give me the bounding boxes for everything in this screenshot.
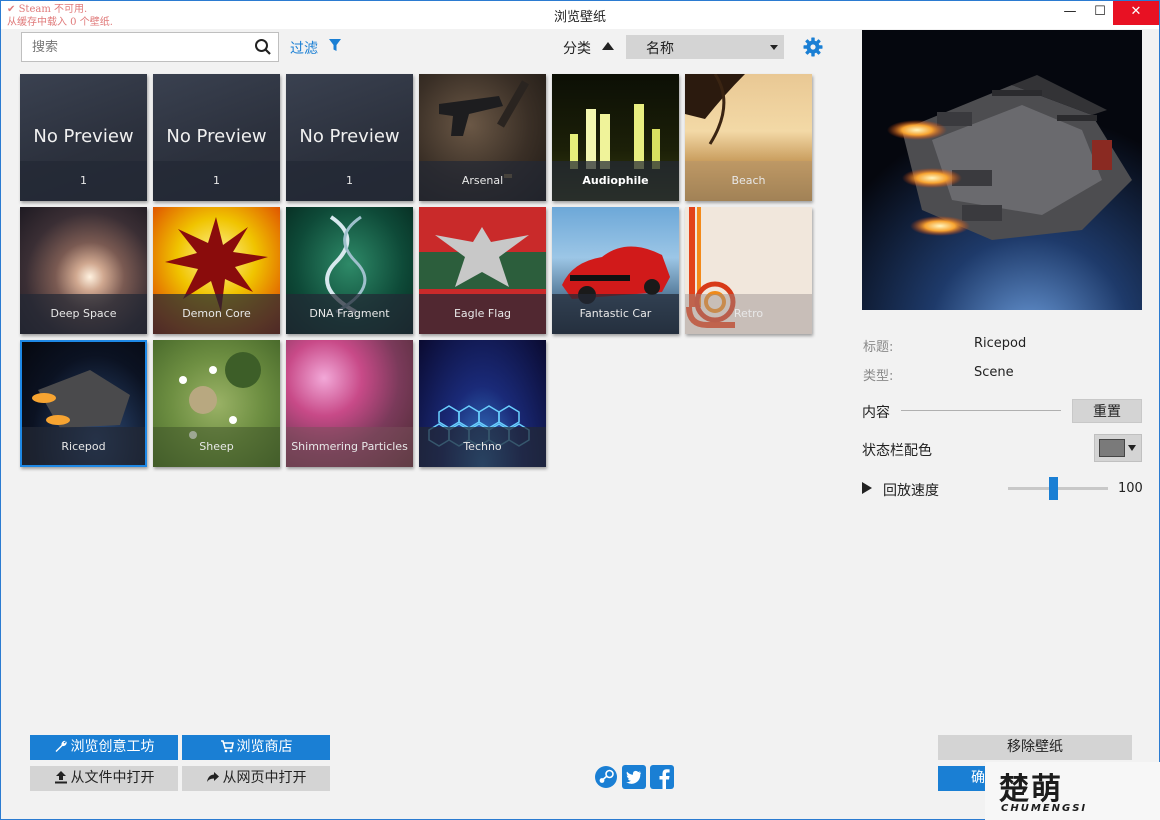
steam-icon[interactable]	[594, 765, 618, 789]
wallpaper-tile[interactable]: Deep Space	[20, 207, 147, 334]
wallpaper-tile[interactable]: Shimmering Particles	[286, 340, 413, 467]
statusbar-color-picker[interactable]	[1094, 434, 1142, 462]
wallpaper-tile[interactable]: Retro	[685, 207, 812, 334]
ricepod-thumb-image	[32, 370, 130, 428]
tile-label: Retro	[733, 307, 764, 320]
playback-speed-slider[interactable]	[1008, 487, 1108, 490]
sort-direction-icon[interactable]	[602, 42, 614, 50]
twitter-icon[interactable]	[622, 765, 646, 789]
remove-wallpaper-button[interactable]: 移除壁纸	[938, 735, 1132, 760]
tile-label: Shimmering Particles	[291, 440, 408, 453]
tile-label: Sheep	[199, 440, 234, 453]
tile-label: Demon Core	[182, 307, 251, 320]
chevron-down-icon	[1128, 445, 1136, 451]
playback-speed-label: 回放速度	[883, 483, 939, 499]
browse-store-button[interactable]: 浏览商店	[182, 735, 330, 760]
cart-icon	[220, 740, 234, 753]
sort-select[interactable]: 名称	[626, 35, 784, 59]
wallpaper-tile[interactable]: Techno	[419, 340, 546, 467]
browse-store-label: 浏览商店	[236, 739, 293, 755]
upload-icon	[54, 771, 67, 784]
window-title: 浏览壁纸	[553, 10, 606, 25]
title-value: Ricepod	[974, 336, 1027, 351]
tile-label: Arsenal	[461, 174, 504, 187]
gear-icon[interactable]	[803, 37, 823, 57]
browse-workshop-button[interactable]: 浏览创意工坊	[30, 735, 178, 760]
wrench-icon	[55, 740, 67, 752]
title-key: 标题:	[863, 340, 894, 355]
maximize-button[interactable]: ☐	[1085, 1, 1115, 25]
wallpaper-tile[interactable]: No Preview 1	[153, 74, 280, 201]
color-swatch	[1099, 439, 1125, 457]
chevron-down-icon	[770, 45, 778, 50]
content-label: 内容	[862, 405, 890, 421]
tile-label: Deep Space	[50, 307, 117, 320]
sort-select-value: 名称	[646, 41, 674, 57]
wallpaper-tile[interactable]: Demon Core	[153, 207, 280, 334]
facebook-icon[interactable]	[650, 765, 674, 789]
watermark-sub-text: CHUMENGSI	[1001, 803, 1088, 814]
wallpaper-tile[interactable]: No Preview 1	[286, 74, 413, 201]
no-preview-text: No Preview	[33, 126, 134, 147]
playback-speed-value: 100	[1118, 481, 1143, 496]
wallpaper-tile[interactable]: No Preview 1	[20, 74, 147, 201]
tile-label: Ricepod	[61, 440, 106, 453]
filter-link[interactable]: 过滤	[290, 38, 318, 58]
type-key: 类型:	[863, 369, 894, 384]
wallpaper-tile[interactable]: Arsenal	[419, 74, 546, 201]
open-from-url-button[interactable]: 从网页中打开	[182, 766, 330, 791]
tile-label: 1	[213, 174, 220, 187]
wallpaper-tile[interactable]: Audiophile	[552, 74, 679, 201]
ricepod-preview-image	[862, 30, 1142, 310]
wallpaper-tile[interactable]: Beach	[685, 74, 812, 201]
title-bar: ✔ Steam 不可用. 从缓存中载入 0 个壁纸. 浏览壁纸 — ☐ ✕	[1, 1, 1159, 29]
no-preview-text: No Preview	[166, 126, 267, 147]
tile-label: DNA Fragment	[309, 307, 390, 320]
tile-label: Fantastic Car	[579, 307, 652, 320]
wallpaper-tile[interactable]: Eagle Flag	[419, 207, 546, 334]
wallpaper-tile-selected[interactable]: Ricepod	[20, 340, 147, 467]
filter-icon[interactable]	[328, 38, 342, 52]
wallpaper-tile[interactable]: DNA Fragment	[286, 207, 413, 334]
tile-label: Eagle Flag	[453, 307, 512, 320]
expand-arrow-icon[interactable]	[862, 482, 872, 494]
watermark-main-text: 楚萌	[999, 772, 1063, 807]
no-preview-text: No Preview	[299, 126, 400, 147]
app-window: ✔ Steam 不可用. 从缓存中载入 0 个壁纸. 浏览壁纸 — ☐ ✕ 过滤…	[0, 0, 1160, 820]
sort-label: 分类	[563, 41, 591, 57]
watermark-logo: 楚萌 CHUMENGSI	[985, 762, 1160, 820]
tile-label: Techno	[463, 440, 502, 453]
type-value: Scene	[974, 365, 1014, 380]
tile-label: Audiophile	[582, 174, 649, 187]
search-icon[interactable]	[254, 38, 272, 56]
reset-button[interactable]: 重置	[1072, 399, 1142, 423]
statusbar-color-label: 状态栏配色	[862, 443, 932, 459]
share-arrow-icon	[206, 772, 219, 782]
wallpaper-tile[interactable]: Fantastic Car	[552, 207, 679, 334]
close-button[interactable]: ✕	[1113, 1, 1159, 25]
open-from-url-label: 从网页中打开	[222, 770, 307, 786]
wallpaper-preview	[862, 30, 1142, 310]
open-from-file-button[interactable]: 从文件中打开	[30, 766, 178, 791]
browse-workshop-label: 浏览创意工坊	[70, 739, 155, 755]
minimize-button[interactable]: —	[1055, 1, 1085, 25]
open-from-file-label: 从文件中打开	[70, 770, 155, 786]
search-input[interactable]	[22, 33, 242, 61]
playback-speed-slider-thumb[interactable]	[1048, 477, 1058, 500]
wallpaper-tile[interactable]: Sheep	[153, 340, 280, 467]
search-box	[21, 32, 279, 62]
tile-label: Beach	[731, 174, 766, 187]
tile-label: 1	[80, 174, 87, 187]
content-divider	[901, 410, 1061, 411]
tile-label: 1	[346, 174, 353, 187]
tile-label-bar	[20, 427, 147, 467]
